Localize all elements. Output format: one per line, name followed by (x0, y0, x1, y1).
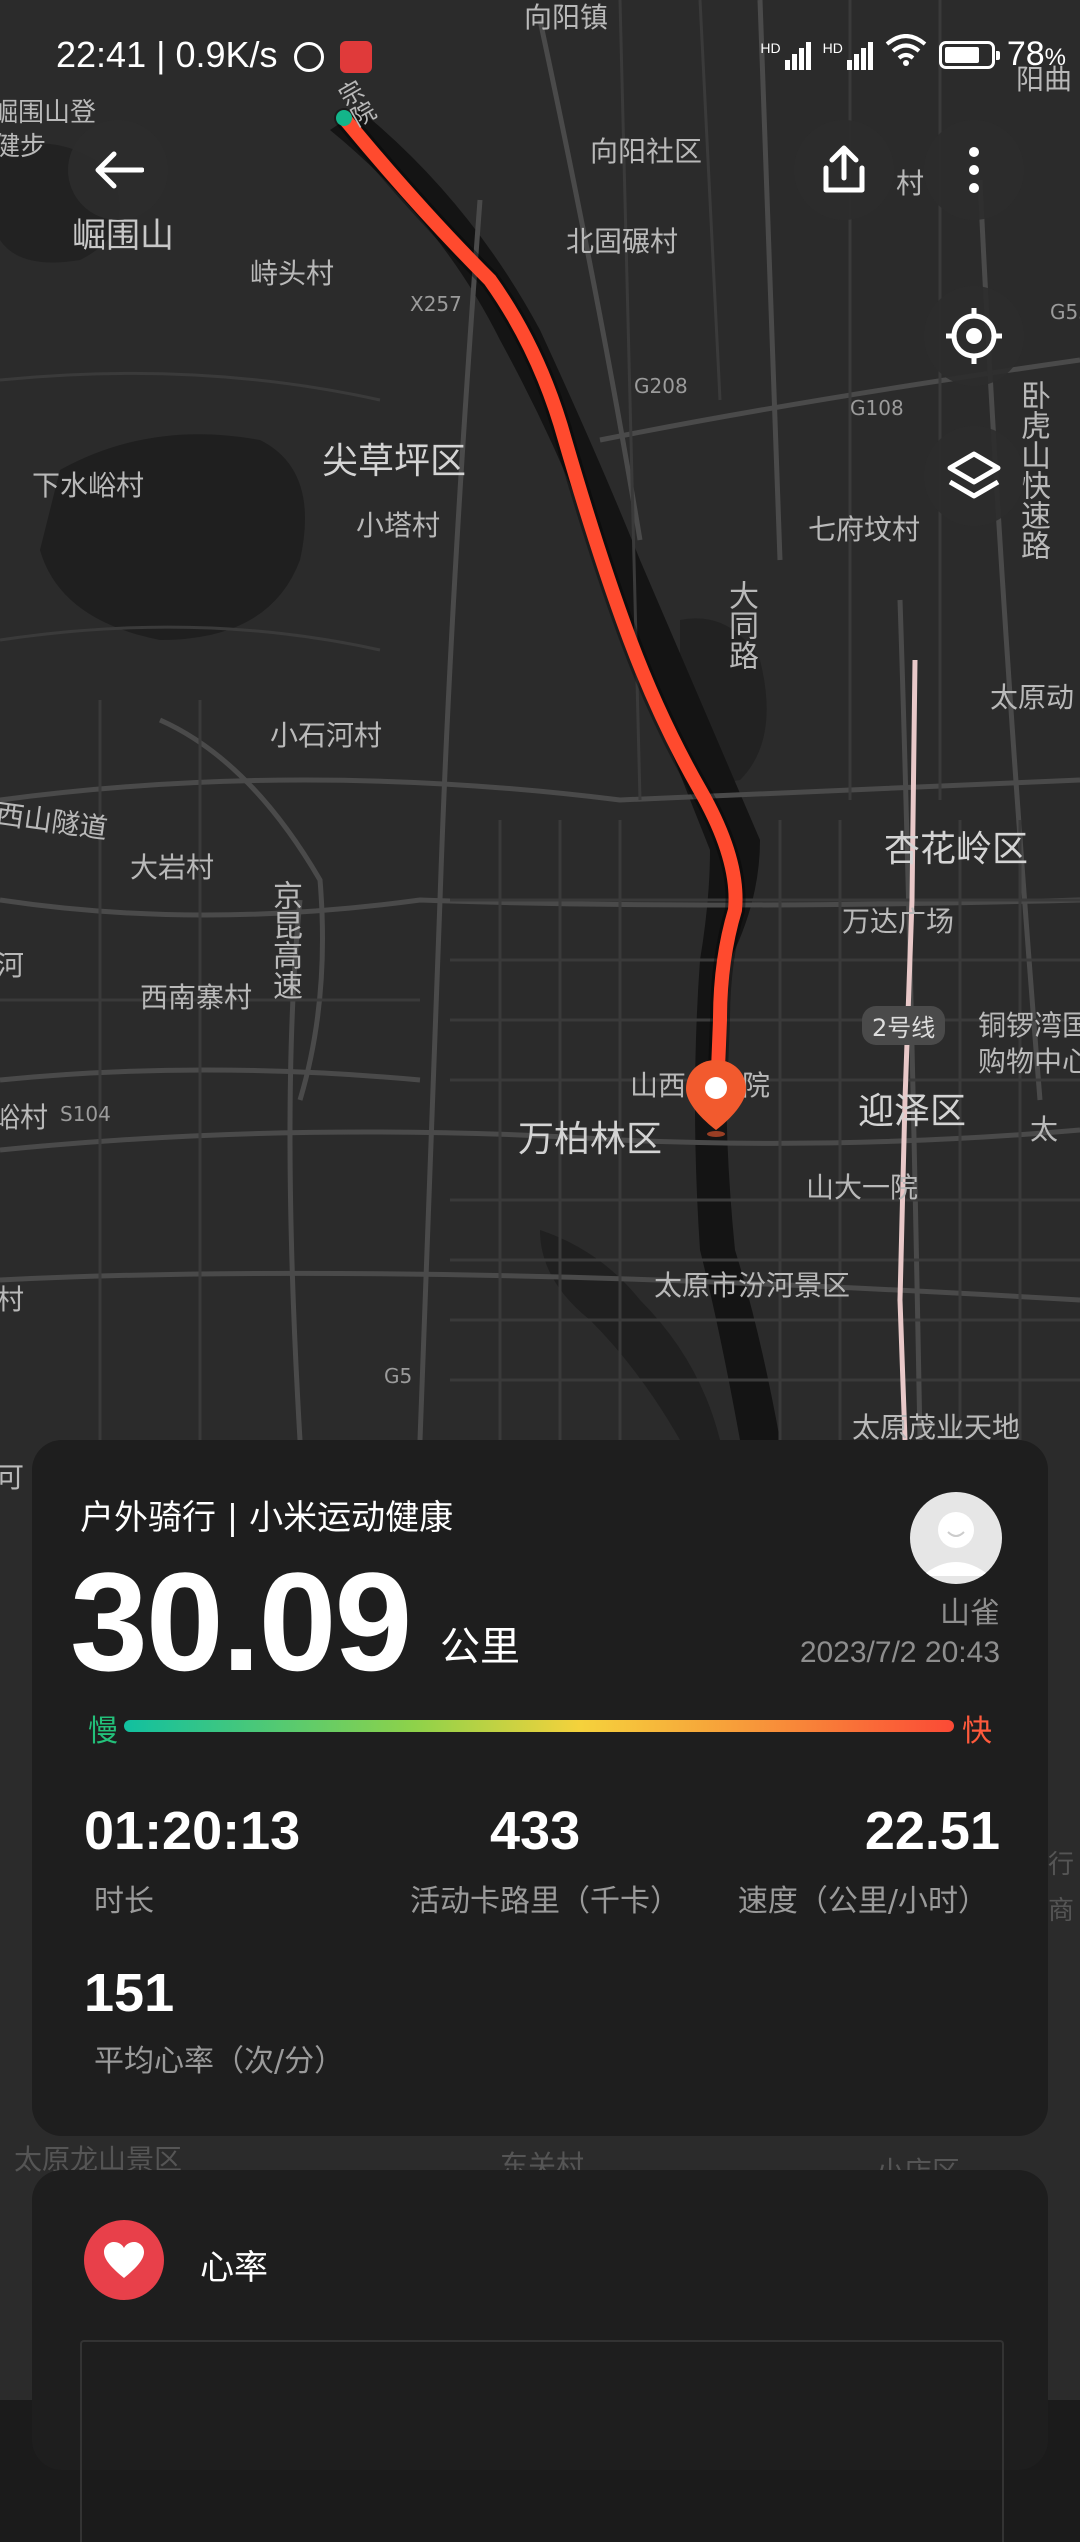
heart-rate-chart-area (80, 2340, 1004, 2542)
locate-icon (946, 308, 1002, 364)
map-label: G55 (1050, 300, 1080, 324)
map-label: G108 (850, 396, 904, 420)
map-label: 迎泽区 (858, 1091, 967, 1132)
map-label: 万达广场 (842, 905, 955, 938)
calories-value: 433 (490, 1801, 581, 1861)
username: 山雀 (940, 1596, 1000, 1631)
back-button[interactable] (68, 120, 168, 220)
more-icon (969, 147, 979, 193)
workout-datetime: 2023/7/2 20:43 (799, 1636, 1000, 1669)
map-label: 大同路 (723, 580, 758, 670)
signal-icon: HD (823, 40, 873, 70)
map-label: 峪村 (0, 1101, 49, 1134)
map-label: 七府坟村 (808, 513, 921, 546)
map-label: 村 (896, 167, 925, 200)
share-button[interactable] (794, 120, 894, 220)
map-label: G5 (384, 1364, 413, 1388)
avatar[interactable] (910, 1492, 1002, 1584)
map-label: 杏花岭区 (884, 829, 1029, 870)
avg-heart-rate-value: 151 (84, 1963, 175, 2023)
map-label: 小石河村 (270, 719, 383, 752)
map-label: 北固碾村 (566, 225, 679, 258)
map-label: S104 (60, 1102, 111, 1126)
map-label: 下水峪村 (32, 469, 145, 502)
metro-line2-badge: 2号线 (862, 1006, 946, 1045)
layers-icon (947, 451, 1001, 499)
map-label: 山大一院 (806, 1171, 919, 1204)
heart-icon (84, 2220, 164, 2300)
netease-music-icon (339, 41, 372, 74)
map-label: 太原市汾河景区 (654, 1269, 851, 1302)
map-label: 商 (1048, 1896, 1075, 1926)
map-label: X257 (410, 292, 462, 316)
status-time: 22:41 | 0.9K/s (56, 34, 372, 76)
map-label: 可 (0, 1461, 25, 1494)
signal-icon: HD (760, 40, 811, 70)
map-label: 尖草坪区 (322, 441, 467, 482)
back-arrow-icon (95, 151, 144, 189)
avg-heart-rate-label: 平均心率（次/分） (94, 2044, 345, 2079)
map-label: 太原动 (990, 681, 1075, 714)
map-label: 太 (1030, 1113, 1059, 1146)
map-label: 向阳社区 (590, 135, 703, 168)
share-icon (823, 145, 865, 193)
location-pin-icon (684, 1058, 748, 1138)
speed-value: 22.51 (864, 1801, 1000, 1861)
map-label: 大岩村 (130, 851, 215, 884)
map-label: 京昆高速 (267, 880, 302, 1000)
more-button[interactable] (924, 120, 1024, 220)
status-right: HD HD 78% (760, 34, 1066, 75)
wifi-icon (885, 34, 927, 75)
map-label: 小塔村 (356, 509, 441, 542)
distance-unit: 公里 (440, 1624, 520, 1670)
heart-rate-title: 心率 (200, 2248, 268, 2288)
map-label: 购物中心 (978, 1045, 1080, 1078)
net-speed: | 0.9K/s (156, 34, 278, 75)
locate-button[interactable] (924, 286, 1024, 386)
map-label: 峙头村 (250, 257, 335, 290)
map-label: 万柏林区 (518, 1119, 663, 1160)
map-label: 行 (1048, 1850, 1075, 1880)
calories-label: 活动卡路里（千卡） (410, 1884, 680, 1919)
battery-icon (938, 40, 1000, 69)
map-label: 西南寨村 (140, 981, 253, 1014)
duration-label: 时长 (94, 1884, 154, 1919)
map-label: 健步 (0, 132, 47, 162)
map-label: G208 (634, 374, 688, 398)
distance-value: 30.09 (70, 1543, 412, 1700)
battery-percent: 78 (1006, 35, 1045, 73)
map-label: 村 (0, 1283, 25, 1316)
alarm-icon (293, 42, 324, 73)
heart-rate-card[interactable]: 心率 (32, 2170, 1048, 2542)
speed-gradient-bar (124, 1720, 954, 1732)
map-label: 河 (0, 949, 25, 982)
duration-value: 01:20:13 (84, 1801, 301, 1861)
layers-button[interactable] (924, 426, 1024, 526)
speed-slow-label: 慢 (88, 1714, 118, 1749)
speed-label: 速度（公里/小时） (737, 1884, 988, 1919)
map-label: 铜锣湾国 (978, 1009, 1080, 1042)
status-bar: 22:41 | 0.9K/s HD HD 78% (0, 0, 1080, 110)
sport-title: 户外骑行 | 小米运动健康 (80, 1498, 454, 1538)
workout-summary-card: 户外骑行 | 小米运动健康 30.09 公里 山雀 2023/7/2 20:43… (32, 1440, 1048, 2136)
speed-fast-label: 快 (962, 1714, 992, 1749)
